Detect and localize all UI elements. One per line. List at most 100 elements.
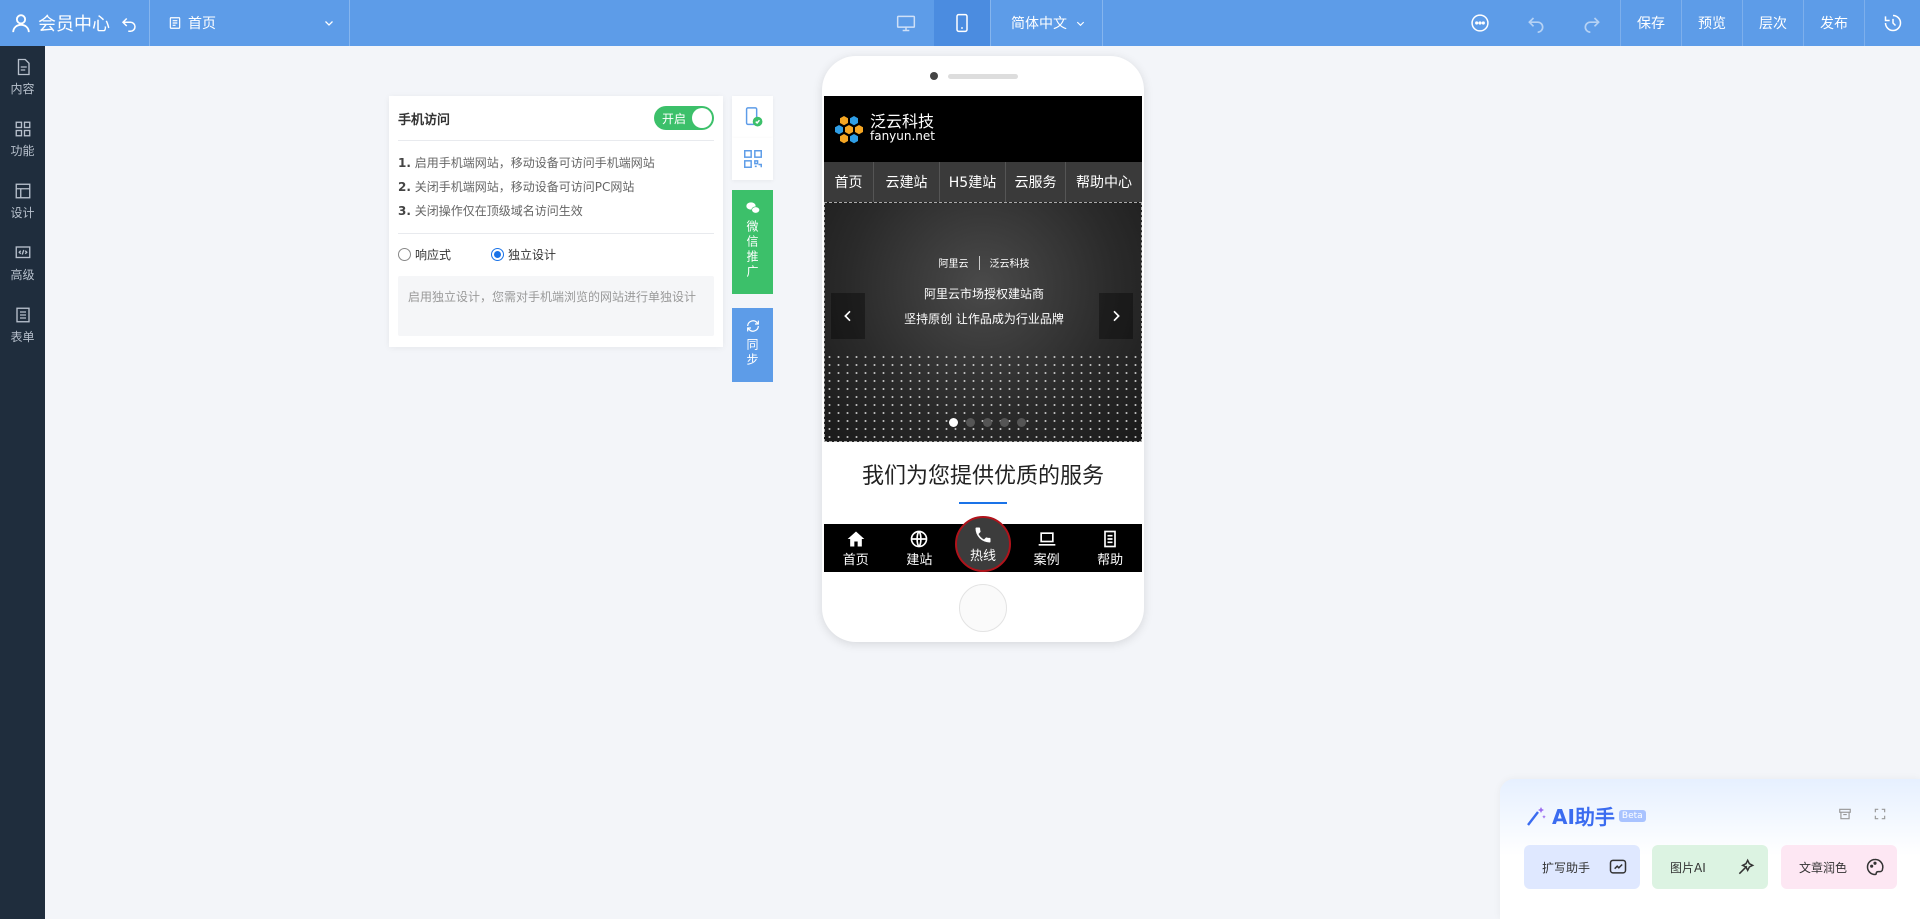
bottom-nav-cases[interactable]: 案例 xyxy=(1019,529,1075,568)
banner-prev-button[interactable] xyxy=(831,293,865,339)
app-title: 会员中心 xyxy=(38,14,110,35)
page-selector[interactable]: 首页 xyxy=(150,0,350,46)
tool-column: 微信推广 同步 xyxy=(732,96,773,382)
banner-line2: 坚持原创 让作品成为行业品牌 xyxy=(904,312,1064,326)
banner-next-button[interactable] xyxy=(1099,293,1133,339)
ai-title-text: AI助手 xyxy=(1552,805,1615,829)
banner-brand-line: 阿里云 泛云科技 xyxy=(825,255,1141,270)
banner-dot[interactable] xyxy=(1017,418,1026,427)
radio-circle xyxy=(398,247,411,261)
radio-label: 响应式 xyxy=(415,247,452,262)
publish-button[interactable]: 发布 xyxy=(1803,0,1864,46)
brand[interactable]: 会员中心 xyxy=(0,0,150,46)
sidebar-item-design[interactable]: 设计 xyxy=(0,170,45,232)
nav-item-help[interactable]: 帮助中心 xyxy=(1066,162,1142,202)
bottom-nav-build[interactable]: 建站 xyxy=(891,529,947,568)
preview-button[interactable]: 预览 xyxy=(1681,0,1742,46)
panel-header: 手机访问 开启 xyxy=(398,96,714,141)
sidebar-item-label: 高级 xyxy=(10,267,35,282)
banner-carousel[interactable]: 阿里云 泛云科技 阿里云市场授权建站商 坚持原创 让作品成为行业品牌 xyxy=(824,202,1142,442)
list-item: 1. 启用手机端网站，移动设备可访问手机端网站 xyxy=(398,156,655,170)
undo-button[interactable] xyxy=(1508,0,1564,46)
banner-dot[interactable] xyxy=(1000,418,1009,427)
nav-item-cloud-service[interactable]: 云服务 xyxy=(1006,162,1066,202)
wechat-promo-button[interactable]: 微信推广 xyxy=(732,190,773,294)
sidebar-item-form[interactable]: 表单 xyxy=(0,294,45,356)
language-selector[interactable]: 简体中文 xyxy=(990,0,1103,46)
chevron-right-icon xyxy=(1113,310,1120,322)
sync-button[interactable]: 同步 xyxy=(732,308,773,382)
bottom-nav-home[interactable]: 首页 xyxy=(828,529,884,568)
mobile-settings-button[interactable] xyxy=(732,96,773,138)
phone-camera xyxy=(930,72,938,80)
banner-line1: 阿里云市场授权建站商 xyxy=(923,287,1044,301)
undo-icon xyxy=(1528,17,1544,33)
banner-divider xyxy=(978,255,980,270)
bottom-nav-help[interactable]: 帮助 xyxy=(1082,529,1138,568)
bottom-nav-label: 热线 xyxy=(969,548,996,564)
redo-button[interactable] xyxy=(1564,0,1620,46)
nav-item-home[interactable]: 首页 xyxy=(824,162,874,202)
site-nav: 首页 云建站 H5建站 云服务 帮助中心 xyxy=(824,162,1142,202)
sidebar-item-label: 内容 xyxy=(10,81,35,96)
logo-en: fanyun.net xyxy=(870,129,936,143)
ai-title: AI助手 Beta xyxy=(1524,801,1646,830)
desktop-view-button[interactable] xyxy=(878,0,934,46)
mobile-check-icon xyxy=(745,107,762,127)
expand-writing-button[interactable]: 扩写助手 xyxy=(1524,845,1640,889)
ai-button-label: 图片AI xyxy=(1670,860,1706,875)
phone-screen: 泛云科技 fanyun.net 首页 云建站 H5建站 云服务 帮助中心 阿里云… xyxy=(824,96,1142,576)
nav-item-cloud-site[interactable]: 云建站 xyxy=(874,162,940,202)
form-icon xyxy=(15,307,30,322)
phone-home-button xyxy=(959,584,1007,632)
undo-arrow-icon[interactable] xyxy=(120,14,138,32)
mobile-access-panel: 手机访问 开启 1. 启用手机端网站，移动设备可访问手机端网站 2. 关闭手机端… xyxy=(389,96,723,347)
radio-label: 独立设计 xyxy=(508,247,557,262)
magic-image-icon xyxy=(1738,858,1755,875)
sidebar-item-function[interactable]: 功能 xyxy=(0,108,45,170)
mobile-access-toggle[interactable]: 开启 xyxy=(654,106,714,130)
nav-item-h5-site[interactable]: H5建站 xyxy=(940,162,1006,202)
expand-icon[interactable] xyxy=(1873,807,1887,821)
qrcode-button[interactable] xyxy=(732,138,773,180)
globe-icon xyxy=(911,530,928,547)
top-bar: 会员中心 首页 简体中文 保存 预览 层次 发布 xyxy=(0,0,1920,46)
history-button[interactable] xyxy=(1864,0,1920,46)
banner-dot[interactable] xyxy=(949,418,958,427)
polish-article-button[interactable]: 文章润色 xyxy=(1781,845,1897,889)
chevron-left-icon xyxy=(844,310,851,322)
language-label: 简体中文 xyxy=(1011,16,1067,32)
toggle-label: 开启 xyxy=(662,111,687,126)
chevron-down-icon xyxy=(325,21,333,26)
code-icon xyxy=(15,245,30,258)
sync-label: 同步 xyxy=(745,338,759,368)
beta-badge: Beta xyxy=(1618,809,1646,822)
banner-dot[interactable] xyxy=(983,418,992,427)
more-button[interactable] xyxy=(1452,0,1508,46)
layers-button[interactable]: 层次 xyxy=(1742,0,1803,46)
bottom-nav-label: 案例 xyxy=(1033,552,1060,568)
image-ai-button[interactable]: 图片AI xyxy=(1652,845,1768,889)
magic-wand-icon xyxy=(1527,806,1546,826)
sidebar-item-content[interactable]: 内容 xyxy=(0,46,45,108)
phone-preview: 泛云科技 fanyun.net 首页 云建站 H5建站 云服务 帮助中心 阿里云… xyxy=(822,56,1144,642)
design-hint: 启用独立设计，您需对手机端浏览的网站进行单独设计 xyxy=(398,276,714,336)
notes-list: 1. 启用手机端网站，移动设备可访问手机端网站 2. 关闭手机端网站，移动设备可… xyxy=(398,141,714,234)
desktop-icon xyxy=(896,15,916,32)
archive-icon[interactable] xyxy=(1838,807,1852,821)
banner-pagination xyxy=(949,418,1026,427)
site-header[interactable]: 泛云科技 fanyun.net xyxy=(824,96,1142,162)
user-icon xyxy=(12,14,30,33)
site-logo-text: 泛云科技 fanyun.net xyxy=(870,114,936,144)
bottom-nav-label: 建站 xyxy=(906,552,933,568)
banner-brand-a: 阿里云 xyxy=(938,259,969,270)
bottom-nav-hotline[interactable]: 热线 xyxy=(954,516,1011,572)
save-button[interactable]: 保存 xyxy=(1620,0,1681,46)
sidebar-item-advanced[interactable]: 高级 xyxy=(0,232,45,294)
chevron-down-icon xyxy=(1076,21,1085,26)
mobile-view-button[interactable] xyxy=(934,0,990,46)
bottom-nav-label: 帮助 xyxy=(1097,552,1124,568)
banner-dot[interactable] xyxy=(966,418,975,427)
radio-independent[interactable]: 独立设计 xyxy=(491,246,556,263)
radio-responsive[interactable]: 响应式 xyxy=(398,246,451,263)
